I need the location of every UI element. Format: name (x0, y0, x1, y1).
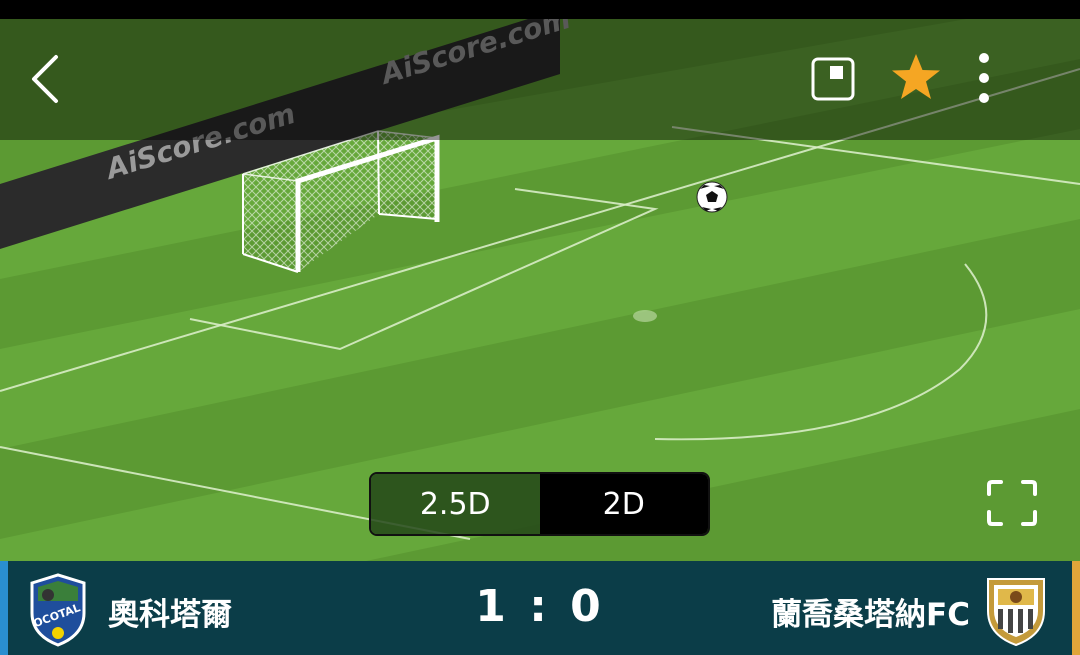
picture-in-picture-icon (811, 57, 855, 101)
fullscreen-button[interactable] (986, 479, 1048, 535)
chevron-left-icon (32, 55, 58, 103)
view-option-2-5d[interactable]: 2.5D (371, 474, 540, 534)
picture-in-picture-button[interactable] (810, 56, 870, 106)
home-team-name: 奧科塔爾 (108, 597, 232, 633)
status-bar (0, 0, 1080, 19)
back-button[interactable] (30, 54, 90, 114)
pitch-view: AiScore.com AiScore.com 2.5D 2D (0, 19, 1080, 561)
more-vertical-icon (979, 53, 989, 103)
away-team-name: 蘭喬桑塔納FC (771, 597, 970, 633)
fullscreen-icon (987, 480, 1037, 526)
center-spot (633, 310, 657, 322)
ball (696, 181, 728, 213)
match-scorebar: OCOTAL 奧科塔爾 1 : 0 蘭喬桑塔納FC (0, 561, 1080, 655)
home-accent (0, 561, 8, 655)
away-accent (1072, 561, 1080, 655)
view-option-2d[interactable]: 2D (539, 474, 708, 534)
view-mode-toggle: 2.5D 2D (369, 472, 710, 536)
home-team-logo: OCOTAL (26, 573, 90, 647)
star-icon (892, 54, 940, 99)
away-team-logo (984, 573, 1048, 647)
more-options-button[interactable] (978, 52, 1032, 112)
match-score: 1 : 0 (475, 581, 605, 632)
favorite-button[interactable] (890, 52, 954, 112)
